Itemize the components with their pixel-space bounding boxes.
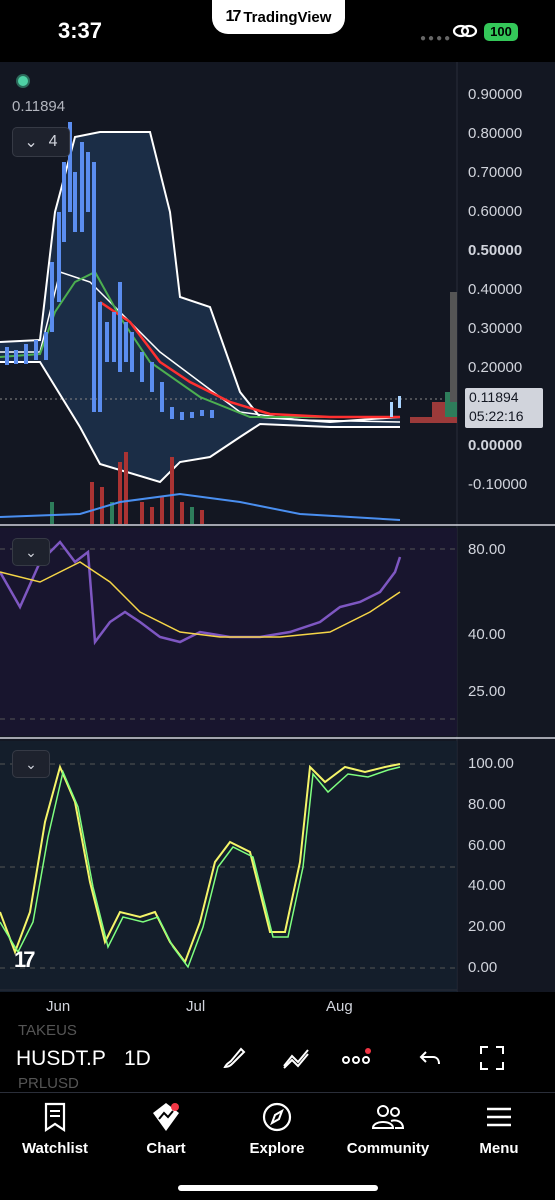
rsi-axis-label: 80.00 — [468, 541, 506, 558]
price-axis-label: 0.20000 — [468, 359, 523, 376]
symbol-scroll-below[interactable]: PRLUSD — [18, 1075, 79, 1092]
price-axis-label: 0.60000 — [468, 203, 523, 220]
price-axis-label: 0.00000 — [468, 437, 523, 454]
tab-community[interactable]: Community — [333, 1100, 443, 1157]
trend-tools-icon[interactable] — [280, 1042, 312, 1074]
current-price-tag: 0.11894 05:22:16 — [465, 388, 543, 428]
tab-menu[interactable]: Menu — [444, 1100, 554, 1157]
tab-label: Community — [346, 1140, 430, 1157]
tab-label: Watchlist — [21, 1140, 89, 1157]
tab-label: Menu — [479, 1140, 519, 1157]
chart-area[interactable]: 0.11894 ⌄ 4 0.90000 0.80000 0.70000 0.60… — [0, 62, 555, 992]
indicator-toggle-button[interactable]: ⌄ 4 — [12, 127, 70, 157]
drawing-brush-icon[interactable] — [218, 1042, 250, 1074]
stoch-axis-label: 100.00 — [468, 755, 514, 772]
undo-icon[interactable] — [414, 1042, 446, 1074]
price-axis-label: 0.50000 — [468, 242, 523, 259]
date-axis-label: Aug — [326, 998, 353, 1015]
price-axis-label: -0.10000 — [468, 476, 528, 493]
symbol-scroll-above[interactable]: TAKEUS — [18, 1022, 77, 1039]
chevron-down-icon: ⌄ — [24, 134, 38, 151]
tab-chart[interactable]: Chart — [111, 1100, 221, 1157]
chevron-down-icon: ⌄ — [25, 543, 37, 560]
price-axis-label: 0.40000 — [468, 281, 523, 298]
tradingview-label: TradingView — [243, 8, 332, 26]
price-axis-label: 0.30000 — [468, 320, 523, 337]
stoch-axis-label: 80.00 — [468, 796, 506, 813]
link-icon — [452, 24, 478, 38]
bookmark-icon — [44, 1102, 66, 1133]
tradingview-watermark-icon: 17 — [14, 947, 35, 972]
battery-indicator: 100 — [484, 23, 518, 41]
rsi-collapse-button[interactable]: ⌄ — [12, 538, 50, 566]
tab-watchlist[interactable]: Watchlist — [0, 1100, 110, 1157]
bar-countdown: 05:22:16 — [469, 408, 524, 424]
tradingview-logo-icon: 17 — [225, 8, 242, 25]
clock: 3:37 — [58, 18, 103, 43]
stoch-axis-label: 20.00 — [468, 918, 506, 935]
chart-icon — [153, 1103, 179, 1131]
stoch-collapse-button[interactable]: ⌄ — [12, 750, 50, 778]
fullscreen-icon[interactable] — [476, 1042, 508, 1074]
signal-icon: ●●●● — [420, 33, 453, 44]
market-status-dot[interactable] — [16, 74, 30, 88]
rsi-axis-label: 40.00 — [468, 626, 506, 643]
stoch-axis-label: 0.00 — [468, 959, 498, 976]
tab-explore[interactable]: Explore — [222, 1100, 332, 1157]
tab-label: Explore — [249, 1140, 305, 1157]
more-icon[interactable] — [340, 1042, 372, 1074]
tradingview-pill[interactable]: 17 TradingView — [212, 0, 345, 34]
indicator-count: 4 — [48, 133, 58, 150]
current-price: 0.11894 — [469, 389, 519, 405]
price-axis-label: 0.80000 — [468, 125, 523, 142]
home-indicator[interactable] — [178, 1185, 378, 1191]
tab-label: Chart — [146, 1140, 186, 1157]
date-axis-label: Jun — [46, 998, 71, 1015]
price-axis-label: 0.90000 — [468, 86, 523, 103]
stoch-axis-label: 60.00 — [468, 837, 506, 854]
price-axis-label: 0.70000 — [468, 164, 523, 181]
symbol-selector[interactable]: HUSDT.P — [16, 1047, 106, 1071]
date-axis-label: Jul — [186, 998, 206, 1015]
interval-selector[interactable]: 1D — [124, 1047, 151, 1071]
stoch-axis-label: 40.00 — [468, 877, 506, 894]
compass-icon — [262, 1102, 292, 1132]
status-bar: 3:37 17 TradingView ●●●● 100 — [0, 0, 555, 62]
chevron-down-icon: ⌄ — [25, 755, 37, 772]
legend-price: 0.11894 — [12, 98, 66, 115]
rsi-axis-label: 25.00 — [468, 683, 506, 700]
people-icon — [371, 1105, 405, 1129]
hamburger-icon — [487, 1107, 511, 1127]
